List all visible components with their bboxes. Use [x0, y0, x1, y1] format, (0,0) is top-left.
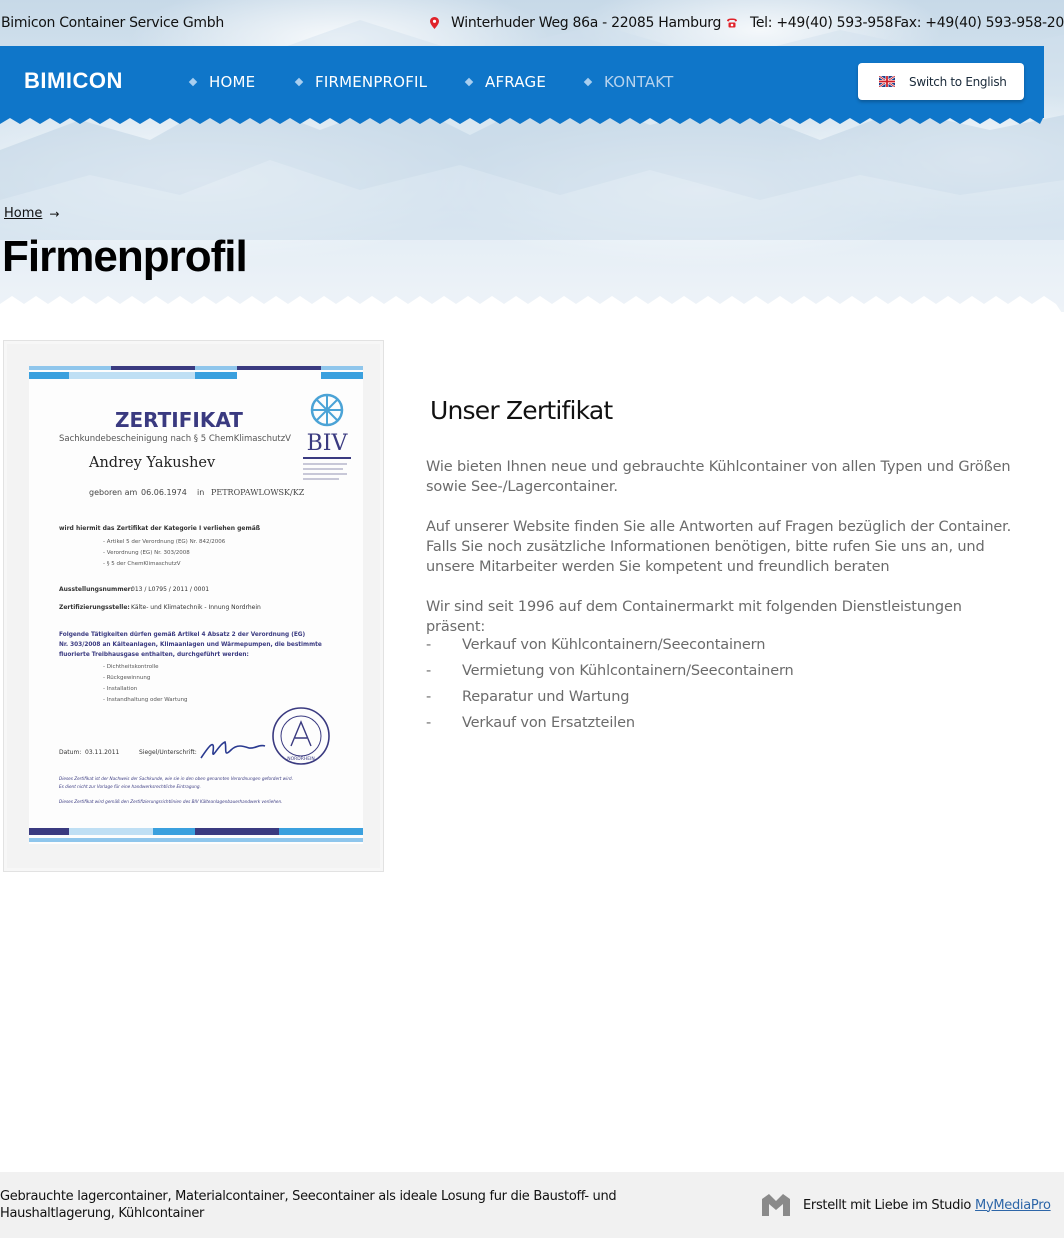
- switch-language-label: Switch to English: [909, 74, 1007, 89]
- diamond-bullet-icon: [188, 77, 198, 87]
- switch-language-button[interactable]: Switch to English: [858, 63, 1024, 100]
- nav-home-label: HOME: [209, 73, 256, 91]
- nav-afrage[interactable]: AFRAGE: [464, 73, 547, 91]
- intro-paragraph: Wie bieten Ihnen neue und gebrauchte Küh…: [426, 459, 1011, 495]
- svg-text:BIV: BIV: [307, 431, 349, 456]
- navbar-wave-edge: [0, 116, 1044, 124]
- svg-text:- Rückgewinnung: - Rückgewinnung: [103, 675, 150, 681]
- svg-text:- Installation: - Installation: [103, 686, 138, 692]
- svg-text:Ausstellungsnummer:: Ausstellungsnummer:: [59, 586, 133, 593]
- svg-text:Dieses Zertifikat wird gemäß d: Dieses Zertifikat wird gemäß den Zertifi…: [59, 799, 282, 804]
- info-paragraph: Auf unserer Website finden Sie alle Antw…: [426, 519, 1012, 575]
- svg-text:013 / L0795 / 2011 / 0001: 013 / L0795 / 2011 / 0001: [131, 586, 209, 593]
- svg-text:- Artikel 5 der Verordnung (EG: - Artikel 5 der Verordnung (EG) Nr. 842/…: [103, 539, 226, 545]
- breadcrumb-home-link[interactable]: Home: [4, 206, 42, 221]
- nav-kontakt-label: KONTAKT: [604, 73, 674, 91]
- diamond-bullet-icon: [464, 77, 474, 87]
- list-item: - Verkauf von Ersatzteilen: [426, 715, 635, 731]
- diamond-bullet-icon: [294, 77, 304, 87]
- services-intro-paragraph: Wir sind seit 1996 auf dem Containermark…: [426, 599, 962, 635]
- nav-home[interactable]: HOME: [188, 73, 256, 91]
- list-item: - Verkauf von Kühlcontainern/Seecontainer…: [426, 637, 766, 653]
- svg-text:in: in: [197, 488, 204, 497]
- address-text: Winterhuder Weg 86a - 22085 Hamburg: [451, 15, 722, 31]
- diamond-bullet-icon: [583, 77, 593, 87]
- nav-firmenprofil-label: FIRMENPROFIL: [315, 73, 428, 91]
- footer: Gebrauchte lagercontainer, Materialconta…: [0, 1172, 1064, 1238]
- address: Winterhuder Weg 86a - 22085 Hamburg: [430, 15, 721, 31]
- nav-kontakt[interactable]: KONTAKT: [583, 73, 674, 91]
- services-list: - Verkauf von Kühlcontainern/Seecontainer…: [426, 637, 794, 741]
- signature-icon: [200, 740, 266, 759]
- svg-text:ZERTIFIKAT: ZERTIFIKAT: [115, 408, 243, 432]
- svg-text:Andrey Yakushev: Andrey Yakushev: [88, 455, 216, 471]
- svg-text:Folgende Tätigkeiten dürfen ge: Folgende Tätigkeiten dürfen gemäß Artike…: [59, 632, 306, 638]
- svg-text:Siegel/Unterschrift:: Siegel/Unterschrift:: [139, 749, 197, 756]
- footer-credit: Erstellt mit Liebe im Studio MyMediaPro: [762, 1194, 1051, 1216]
- site-logo[interactable]: BIMICON: [24, 68, 123, 94]
- svg-text:Nr. 303/2008 an Kälteanlagen,: Nr. 303/2008 an Kälteanlagen, Klimaanlag…: [59, 642, 322, 648]
- breadcrumb: Home →: [4, 206, 59, 221]
- svg-text:Kälte- und Klimatechnik - Innu: Kälte- und Klimatechnik - Innung Nordrhe…: [131, 604, 261, 611]
- svg-text:Sachkundebescheinigung nach §: Sachkundebescheinigung nach § 5 ChemKlim…: [59, 434, 291, 444]
- svg-text:PETROPAWLOWSK/KZ: PETROPAWLOWSK/KZ: [211, 488, 305, 497]
- nav-afrage-label: AFRAGE: [485, 73, 547, 91]
- svg-text:Zertifizierungsstelle:: Zertifizierungsstelle:: [59, 604, 130, 611]
- fax-text: Fax: +49(40) 593-958-20: [894, 15, 1064, 31]
- mymediapro-logo-icon: [762, 1194, 790, 1216]
- svg-text:Datum:: Datum:: [59, 749, 81, 756]
- svg-text:Es dient nicht zur Vorlage für: Es dient nicht zur Vorlage für eine hand…: [59, 784, 201, 789]
- mymediapro-link[interactable]: MyMediaPro: [975, 1198, 1051, 1213]
- svg-text:- Dichtheitskontrolle: - Dichtheitskontrolle: [103, 664, 159, 670]
- footer-seo-text: Gebrauchte lagercontainer, Materialconta…: [0, 1189, 617, 1221]
- innung-seal-icon: NORDRHEIN: [272, 707, 330, 765]
- phone-icon: [727, 18, 737, 28]
- list-item: - Reparatur und Wartung: [426, 689, 630, 705]
- main-navbar: BIMICON HOME FIRMENPROFIL AFRAGE KONTAKT…: [0, 46, 1044, 118]
- top-info-bar: Bimicon Container Service Gmbh Winterhud…: [0, 0, 1064, 46]
- page-title: Firmenprofil: [2, 232, 248, 281]
- nav-firmenprofil[interactable]: FIRMENPROFIL: [294, 73, 428, 91]
- certificate-drawing: BIV ZERTIFIKAT Sachkundebescheinigung na…: [29, 366, 363, 842]
- svg-text:03.11.2011: 03.11.2011: [85, 749, 120, 756]
- svg-text:- § 5 der ChemKlimaschutzV: - § 5 der ChemKlimaschutzV: [103, 561, 181, 567]
- svg-text:fluorierte Treibhausgase entha: fluorierte Treibhausgase enthalten, durc…: [59, 652, 249, 658]
- svg-text:NORDRHEIN: NORDRHEIN: [287, 756, 315, 762]
- credit-text: Erstellt mit Liebe im Studio: [803, 1197, 972, 1213]
- certificate-paper: BIV ZERTIFIKAT Sachkundebescheinigung na…: [29, 366, 363, 844]
- arrow-right-icon: →: [49, 206, 60, 221]
- svg-text:- Verordnung (EG) Nr. 303/2008: - Verordnung (EG) Nr. 303/2008: [103, 550, 190, 556]
- hero-wave-edge: [0, 296, 1064, 316]
- svg-text:Dieses Zertifikat ist der Nach: Dieses Zertifikat ist der Nachweis der S…: [59, 776, 293, 781]
- svg-text:geboren am: geboren am: [89, 488, 138, 497]
- phone-text: Tel: +49(40) 593-958: [750, 15, 894, 31]
- uk-flag-icon: [879, 76, 895, 87]
- svg-text:- Instandhaltung oder Wartung: - Instandhaltung oder Wartung: [103, 697, 188, 703]
- phone: Tel: +49(40) 593-958: [726, 15, 893, 31]
- section-title: Unser Zertifikat: [430, 396, 613, 425]
- biv-logo-icon: BIV: [303, 393, 351, 480]
- list-item: - Vermietung von Kühlcontainern/Seecontai…: [426, 663, 794, 679]
- svg-text:wird hiermit das Zertifikat de: wird hiermit das Zertifikat der Kategori…: [59, 525, 261, 532]
- svg-text:06.06.1974: 06.06.1974: [141, 488, 187, 497]
- map-pin-icon: [430, 17, 439, 29]
- company-name: Bimicon Container Service Gmbh: [1, 15, 224, 31]
- certificate-image[interactable]: BIV ZERTIFIKAT Sachkundebescheinigung na…: [3, 340, 384, 872]
